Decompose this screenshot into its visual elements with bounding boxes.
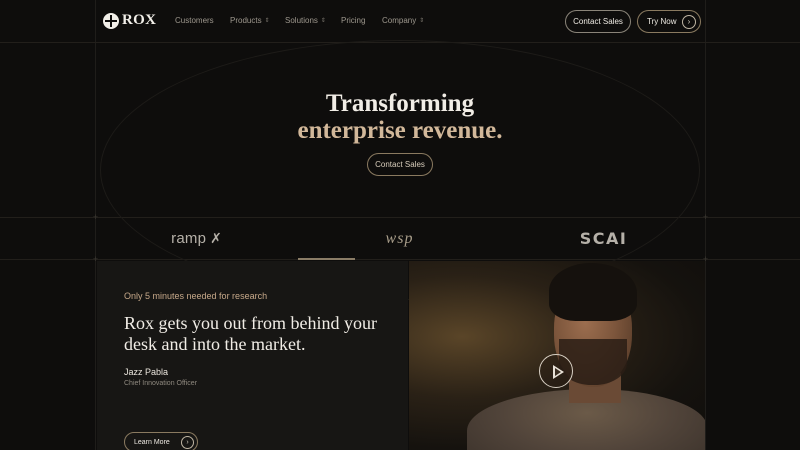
- nav-link-customers[interactable]: Customers: [175, 16, 214, 25]
- nav-link-label: Company: [382, 16, 417, 25]
- learn-more-button[interactable]: Learn More ›: [124, 432, 198, 450]
- hero-title: Transforming: [325, 90, 475, 117]
- try-now-button[interactable]: Try Now ›: [637, 10, 701, 33]
- ramp-logo-icon: ✗: [210, 230, 222, 246]
- top-nav: ROX Customers Products ⇕ Solutions ⇕ Pri…: [0, 0, 800, 42]
- testimonial-quote: Rox gets you out from behind your desk a…: [124, 313, 377, 354]
- nav-link-label: Customers: [175, 16, 214, 25]
- play-icon[interactable]: [539, 354, 573, 388]
- testimonial-author-name: Jazz Pabla: [124, 367, 169, 377]
- nav-link-solutions[interactable]: Solutions ⇕: [285, 16, 326, 25]
- arrow-right-circle-icon: ›: [682, 15, 696, 29]
- customer-logo-ramp[interactable]: ramp ✗: [95, 218, 298, 259]
- button-label: Contact Sales: [375, 160, 425, 169]
- nav-link-pricing[interactable]: Pricing: [341, 16, 365, 25]
- active-tab-indicator: [298, 258, 355, 260]
- button-label: Learn More: [134, 438, 170, 446]
- button-label: Contact Sales: [573, 17, 623, 26]
- chevron-down-icon: ⇕: [419, 18, 425, 24]
- video-person-hair: [549, 263, 637, 321]
- nav-link-label: Products: [230, 16, 262, 25]
- testimonial-author-role: Chief Innovation Officer: [124, 380, 198, 387]
- wsp-logo-text: wsp: [385, 229, 414, 247]
- ramp-logo-text: ramp: [171, 230, 207, 247]
- brand-logo[interactable]: ROX: [103, 12, 156, 29]
- hero-subtitle: enterprise revenue.: [297, 117, 503, 144]
- testimonial-card: [97, 261, 408, 450]
- scai-logo-text: SCAI: [579, 229, 628, 248]
- rox-logo-icon: [103, 12, 119, 29]
- arrow-right-circle-icon: ›: [181, 436, 194, 449]
- nav-link-label: Solutions: [285, 16, 318, 25]
- testimonial-eyebrow: Only 5 minutes needed for research: [124, 291, 268, 301]
- customer-logo-scai[interactable]: SCAI: [501, 218, 706, 259]
- contact-sales-button[interactable]: Contact Sales: [565, 10, 631, 33]
- chevron-down-icon: ⇕: [320, 18, 326, 24]
- nav-link-company[interactable]: Company ⇕: [382, 16, 424, 25]
- nav-link-label: Pricing: [341, 16, 366, 25]
- nav-link-products[interactable]: Products ⇕: [230, 16, 270, 25]
- testimonial-video[interactable]: [409, 261, 705, 450]
- chevron-down-icon: ⇕: [264, 18, 270, 24]
- button-label: Try Now: [647, 17, 677, 26]
- hero-contact-sales-button[interactable]: Contact Sales: [367, 153, 433, 176]
- brand-name: ROX: [122, 12, 157, 28]
- customer-logo-wsp[interactable]: wsp: [298, 218, 501, 259]
